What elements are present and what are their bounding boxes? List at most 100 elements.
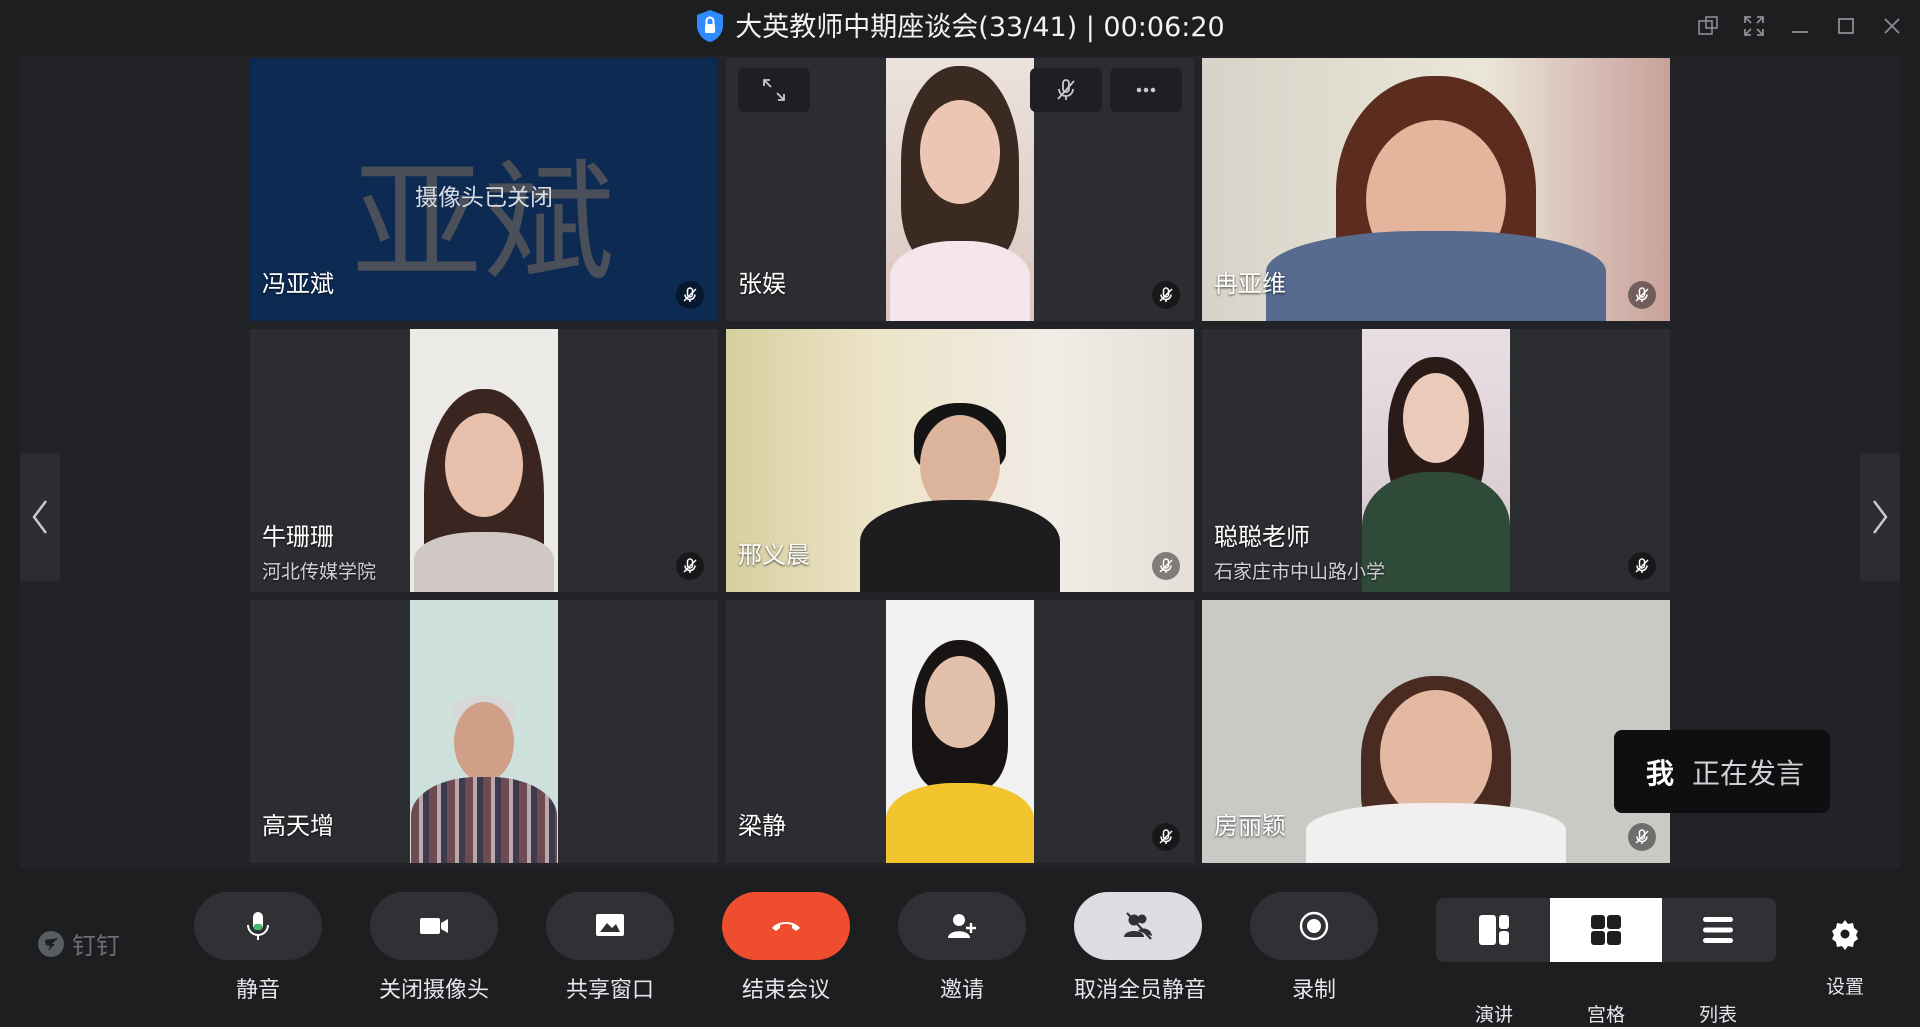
participant-name: 冉亚维: [1214, 270, 1286, 298]
title-bar: 大英教师中期座谈会(33/41) | 00:06:20: [0, 0, 1920, 56]
end-meeting-pill[interactable]: [722, 892, 850, 960]
mic-muted-icon: [1152, 552, 1180, 580]
video-feed: [1362, 329, 1510, 592]
layout-grid-label: 宫格: [1586, 1004, 1625, 1026]
chevron-left-icon: [32, 500, 47, 534]
camera-pill[interactable]: [370, 892, 498, 960]
end-meeting-button[interactable]: 结束会议: [722, 892, 850, 1004]
share-window-button[interactable]: 共享窗口: [546, 892, 674, 1004]
mic-muted-icon: [1152, 281, 1180, 309]
settings-label: 设置: [1825, 976, 1864, 998]
participant-name: 张娱: [738, 270, 786, 298]
expand-icon[interactable]: [1740, 12, 1768, 40]
mic-muted-icon: [1628, 281, 1656, 309]
end-meeting-label: 结束会议: [741, 978, 830, 1003]
layout-speaker-button[interactable]: [1438, 898, 1550, 962]
microphone-icon: [247, 912, 269, 940]
participant-name: 聪聪老师: [1214, 523, 1310, 551]
video-feed: [886, 600, 1034, 863]
mute-label: 静音: [235, 978, 280, 1003]
gear-icon: [1832, 920, 1858, 950]
maximize-icon[interactable]: [1832, 12, 1860, 40]
layout-grid-button[interactable]: [1550, 898, 1662, 962]
meeting-toolbar: 钉钉 静音 关闭摄像头 共享窗口 结束会议 邀请 取消全员静音 录制 演讲 宫格…: [0, 868, 1920, 1026]
layout-list-label: 列表: [1698, 1004, 1737, 1026]
participant-grid: 亚斌 摄像头已关闭 冯亚斌 张娱 冉亚维 牛珊珊 河北传媒学院 邢义晨 聪聪老师…: [250, 58, 1670, 866]
more-icon: [1136, 87, 1156, 93]
camera-icon: [420, 918, 448, 934]
record-button[interactable]: 录制: [1250, 892, 1378, 1004]
mic-muted-icon: [1628, 552, 1656, 580]
participant-tile[interactable]: 牛珊珊 河北传媒学院: [250, 329, 718, 592]
participant-name: 牛珊珊: [262, 523, 334, 551]
invite-pill[interactable]: [898, 892, 1026, 960]
speaker-name: 我: [1646, 756, 1675, 790]
shield-lock-icon: [697, 10, 724, 42]
participant-name: 邢义晨: [738, 541, 810, 569]
mic-muted-icon: [1628, 823, 1656, 851]
list-layout-icon: [1703, 917, 1733, 943]
chevron-right-icon: [1873, 500, 1888, 534]
share-window-label: 共享窗口: [565, 978, 654, 1003]
participant-name: 高天增: [262, 812, 334, 840]
video-feed: [410, 600, 558, 863]
layout-speaker-label: 演讲: [1474, 1004, 1513, 1026]
meeting-title-wrap: 大英教师中期座谈会(33/41) | 00:06:20: [0, 8, 1920, 48]
mute-all-icon: [1124, 912, 1152, 940]
tile-mute-button[interactable]: [1030, 68, 1102, 112]
pin-icon[interactable]: [1694, 12, 1722, 40]
participant-tile[interactable]: 高天增: [250, 600, 718, 863]
brand-text: 钉钉: [72, 932, 120, 960]
close-icon[interactable]: [1878, 12, 1906, 40]
participant-tile[interactable]: 聪聪老师 石家庄市中山路小学: [1202, 329, 1670, 592]
participant-tile[interactable]: 邢义晨: [726, 329, 1194, 592]
add-user-icon: [948, 914, 976, 938]
invite-button[interactable]: 邀请: [898, 892, 1026, 1004]
camera-off-label: 关闭摄像头: [378, 978, 489, 1003]
participant-tile[interactable]: 房丽颖: [1202, 600, 1670, 863]
record-label: 录制: [1291, 978, 1336, 1003]
layout-list-button[interactable]: [1662, 898, 1774, 962]
unmute-all-button[interactable]: 取消全员静音: [1074, 892, 1207, 1004]
unmute-all-label: 取消全员静音: [1074, 978, 1207, 1003]
share-icon: [596, 914, 624, 936]
participant-name: 房丽颖: [1214, 812, 1286, 840]
record-icon: [1299, 911, 1329, 941]
brand-logo: 钉钉: [36, 926, 120, 961]
dingtalk-icon: [38, 930, 64, 957]
participant-tile[interactable]: 张娱: [726, 58, 1194, 321]
meeting-title: 大英教师中期座谈会(33/41) | 00:06:20: [735, 12, 1225, 43]
participant-name: 梁静: [738, 812, 786, 840]
speaker-layout-icon: [1479, 915, 1509, 945]
participant-tile[interactable]: 梁静: [726, 600, 1194, 863]
expand-icon: [763, 79, 785, 101]
settings-button[interactable]: 设置: [1820, 918, 1870, 999]
prev-page-button[interactable]: [20, 453, 60, 581]
grid-layout-icon: [1591, 915, 1621, 945]
camera-off-label: 摄像头已关闭: [415, 185, 553, 211]
video-feed: [410, 329, 558, 592]
unmute-all-pill[interactable]: [1074, 892, 1202, 960]
next-page-button[interactable]: [1860, 453, 1900, 581]
layout-switcher: 演讲 宫格 列表: [1436, 898, 1776, 1026]
mute-button[interactable]: 静音: [194, 892, 322, 1004]
participant-tile[interactable]: 亚斌 摄像头已关闭 冯亚斌: [250, 58, 718, 321]
invite-label: 邀请: [939, 978, 984, 1003]
video-feed: [886, 58, 1034, 321]
camera-off-button[interactable]: 关闭摄像头: [370, 892, 498, 1004]
mic-muted-icon: [1057, 79, 1075, 100]
participant-tile[interactable]: 冉亚维: [1202, 58, 1670, 321]
participant-org: 河北传媒学院: [262, 561, 377, 583]
mic-muted-icon: [1152, 823, 1180, 851]
mic-muted-icon: [676, 281, 704, 309]
minimize-icon[interactable]: [1786, 12, 1814, 40]
share-pill[interactable]: [546, 892, 674, 960]
window-controls: [1694, 12, 1906, 40]
speaking-status: 正在发言: [1692, 756, 1805, 790]
more-options-button[interactable]: [1110, 68, 1182, 112]
participant-name: 冯亚斌: [262, 270, 334, 298]
mic-muted-icon: [676, 552, 704, 580]
mute-pill[interactable]: [194, 892, 322, 960]
record-pill[interactable]: [1250, 892, 1378, 960]
expand-tile-button[interactable]: [738, 68, 810, 112]
